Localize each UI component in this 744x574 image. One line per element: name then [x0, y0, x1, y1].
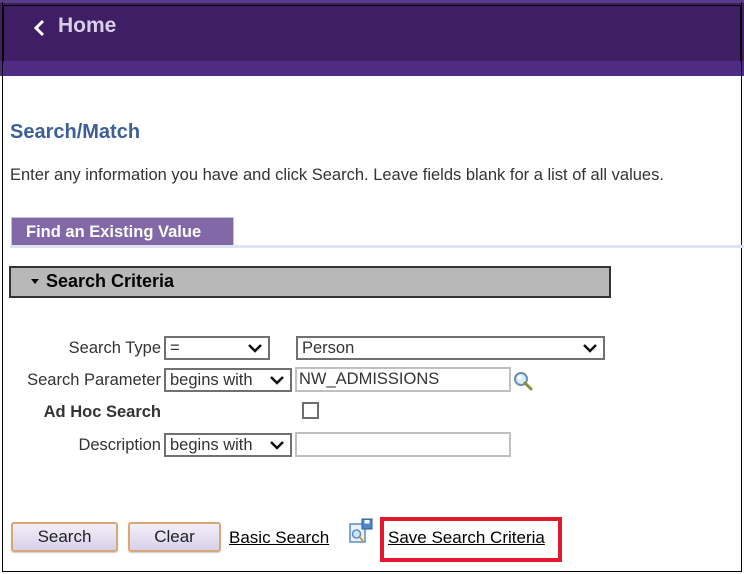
search-criteria-label: Search Criteria — [46, 271, 175, 291]
search-type-label: Search Type — [68, 339, 161, 357]
description-label: Description — [78, 436, 161, 454]
basic-search-link[interactable]: Basic Search — [229, 528, 329, 548]
clear-button[interactable]: Clear — [128, 522, 221, 552]
description-operator-value: begins with — [170, 436, 253, 454]
chevron-down-icon — [270, 376, 284, 385]
search-type-value-select[interactable]: Person — [296, 336, 605, 360]
search-parameter-input[interactable]: NW_ADMISSIONS — [295, 367, 511, 392]
page-title: Search/Match — [10, 121, 141, 143]
collapse-arrow-icon[interactable] — [31, 279, 39, 284]
instructions-text: Enter any information you have and click… — [10, 166, 664, 184]
save-search-icon[interactable] — [348, 518, 374, 544]
chevron-down-icon — [248, 344, 262, 353]
search-parameter-label: Search Parameter — [27, 371, 161, 389]
save-search-criteria-link[interactable]: Save Search Criteria — [388, 528, 545, 548]
search-type-operator-select[interactable]: = — [164, 336, 270, 360]
ad-hoc-search-label: Ad Hoc Search — [43, 403, 161, 421]
chevron-down-icon — [583, 344, 597, 353]
chevron-down-icon — [270, 441, 284, 450]
search-parameter-operator-value: begins with — [170, 371, 253, 389]
description-operator-select[interactable]: begins with — [164, 433, 292, 457]
search-criteria-header[interactable]: Search Criteria — [9, 266, 611, 298]
tab-find-existing-value[interactable]: Find an Existing Value — [11, 217, 234, 245]
magnifier-icon[interactable] — [512, 370, 536, 392]
description-input[interactable] — [295, 432, 511, 457]
search-type-operator-value: = — [170, 339, 180, 357]
search-parameter-operator-select[interactable]: begins with — [164, 368, 292, 392]
ad-hoc-search-checkbox[interactable] — [302, 402, 319, 419]
tab-underline — [10, 245, 744, 248]
search-type-value: Person — [302, 339, 355, 357]
search-button[interactable]: Search — [11, 522, 118, 552]
